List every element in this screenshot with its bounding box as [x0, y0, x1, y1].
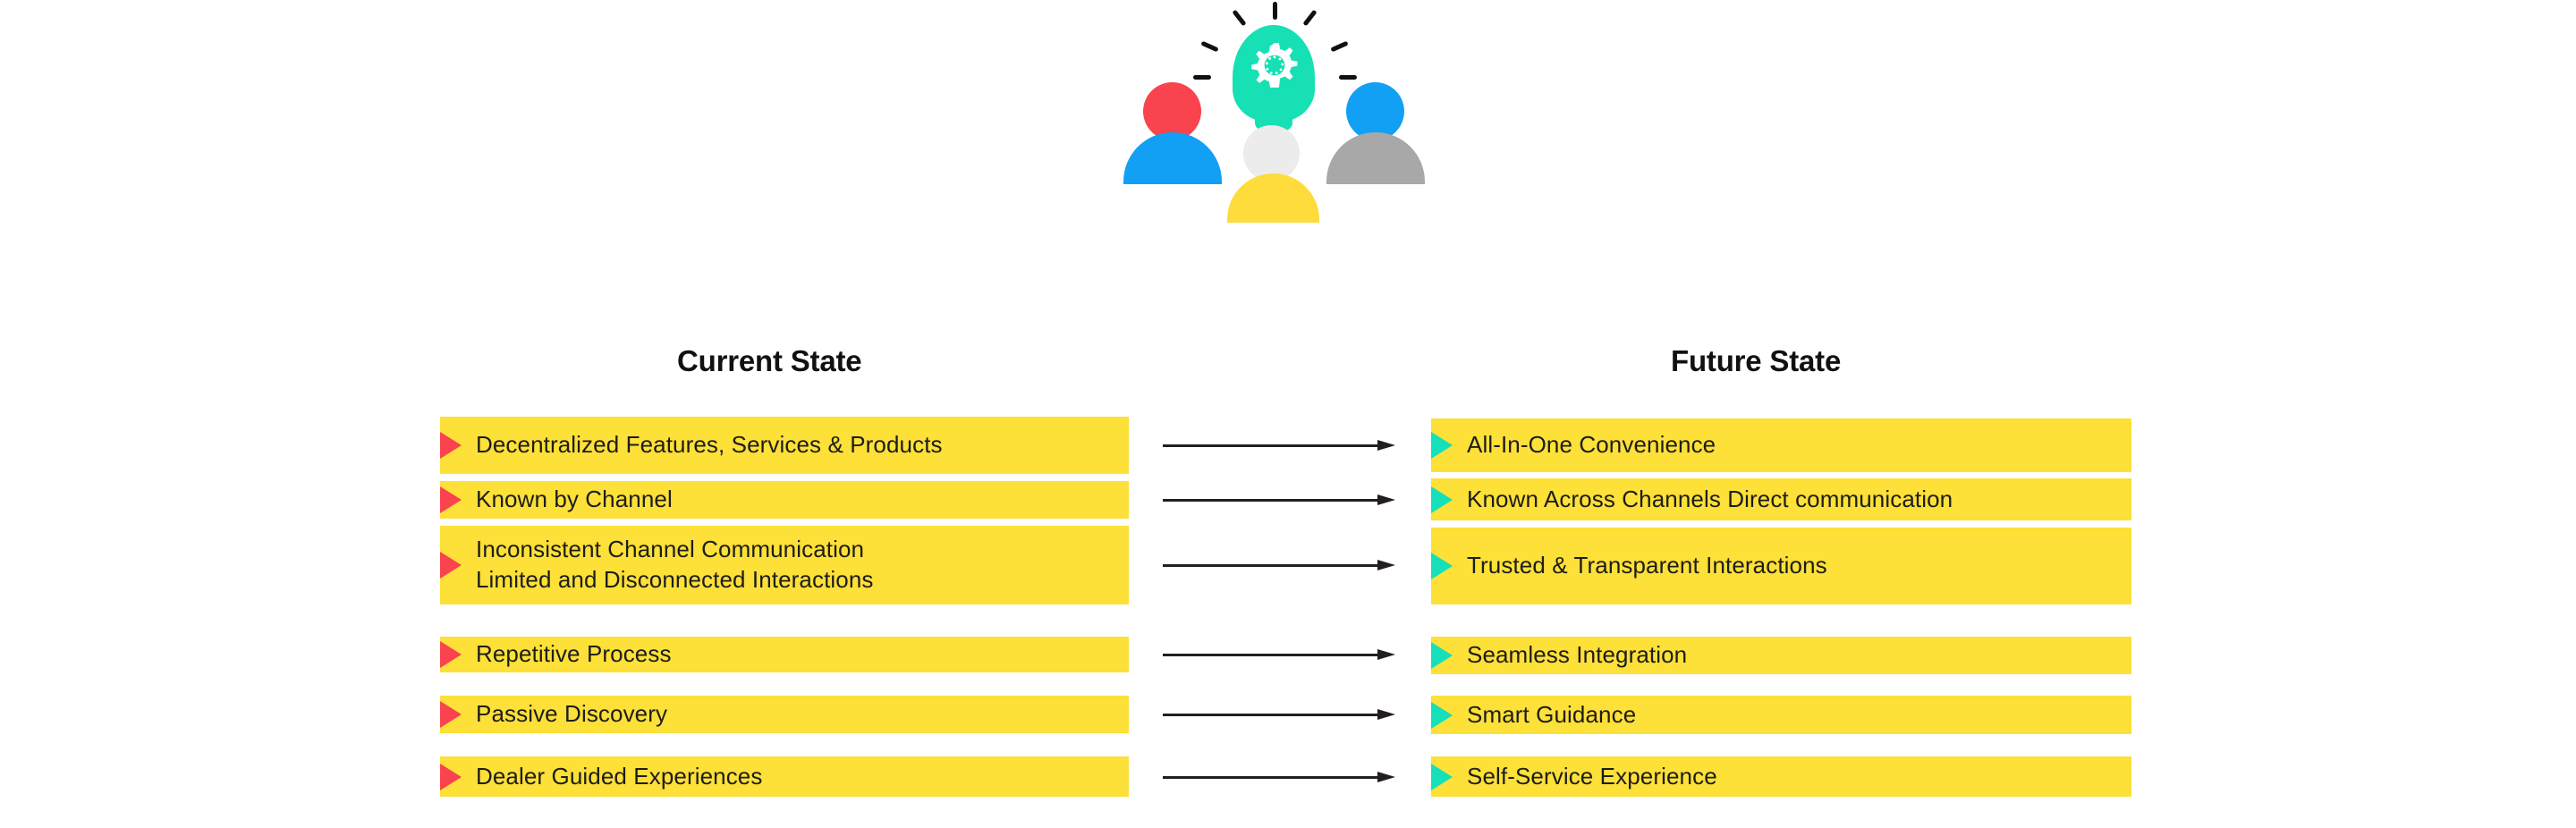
future-marker-triangle-icon: [1431, 642, 1453, 669]
future-state-item[interactable]: Smart Guidance: [1431, 696, 2131, 734]
future-marker-triangle-icon: [1431, 763, 1453, 790]
transition-arrow-icon: [1163, 709, 1395, 720]
current-state-item[interactable]: Inconsistent Channel Communication Limit…: [440, 526, 1129, 604]
current-marker-triangle-icon: [440, 486, 462, 513]
future-state-item-label: Self-Service Experience: [1467, 762, 1717, 790]
current-marker-triangle-icon: [440, 641, 462, 668]
current-state-item[interactable]: Decentralized Features, Services & Produ…: [440, 417, 1129, 474]
current-marker-triangle-icon: [440, 701, 462, 728]
future-state-item[interactable]: Seamless Integration: [1431, 637, 2131, 674]
transition-arrow-icon: [1163, 494, 1395, 505]
future-state-item-label: Trusted & Transparent Interactions: [1467, 552, 1827, 579]
current-state-item[interactable]: Repetitive Process: [440, 637, 1129, 672]
future-state-item-label: Seamless Integration: [1467, 641, 1688, 669]
future-state-item[interactable]: Trusted & Transparent Interactions: [1431, 528, 2131, 604]
current-state-item-label: Known by Channel: [476, 486, 673, 513]
future-state-item-label: Smart Guidance: [1467, 700, 1637, 728]
current-state-item-label: Passive Discovery: [476, 700, 668, 728]
current-state-item[interactable]: Dealer Guided Experiences: [440, 756, 1129, 797]
current-marker-triangle-icon: [440, 552, 462, 579]
future-state-item[interactable]: All-In-One Convenience: [1431, 418, 2131, 472]
current-marker-triangle-icon: [440, 763, 462, 790]
future-marker-triangle-icon: [1431, 701, 1453, 729]
future-marker-triangle-icon: [1431, 486, 1453, 513]
future-state-item-label: All-In-One Convenience: [1467, 431, 1716, 459]
current-state-item-label: Decentralized Features, Services & Produ…: [476, 431, 943, 459]
current-state-item-label: Dealer Guided Experiences: [476, 762, 763, 790]
future-state-item[interactable]: Self-Service Experience: [1431, 756, 2131, 797]
comparison-rows: Decentralized Features, Services & Produ…: [0, 0, 2576, 828]
current-state-item-label: Repetitive Process: [476, 640, 672, 668]
current-state-item-label: Inconsistent Channel Communication Limit…: [476, 536, 874, 593]
future-marker-triangle-icon: [1431, 432, 1453, 459]
transition-arrow-icon: [1163, 649, 1395, 660]
future-state-item[interactable]: Known Across Channels Direct communicati…: [1431, 478, 2131, 520]
current-state-item[interactable]: Passive Discovery: [440, 696, 1129, 733]
future-state-item-label: Known Across Channels Direct communicati…: [1467, 485, 1953, 512]
current-marker-triangle-icon: [440, 432, 462, 459]
transition-arrow-icon: [1163, 560, 1395, 570]
transition-arrow-icon: [1163, 772, 1395, 782]
current-state-item[interactable]: Known by Channel: [440, 481, 1129, 519]
future-marker-triangle-icon: [1431, 553, 1453, 579]
transition-arrow-icon: [1163, 440, 1395, 451]
